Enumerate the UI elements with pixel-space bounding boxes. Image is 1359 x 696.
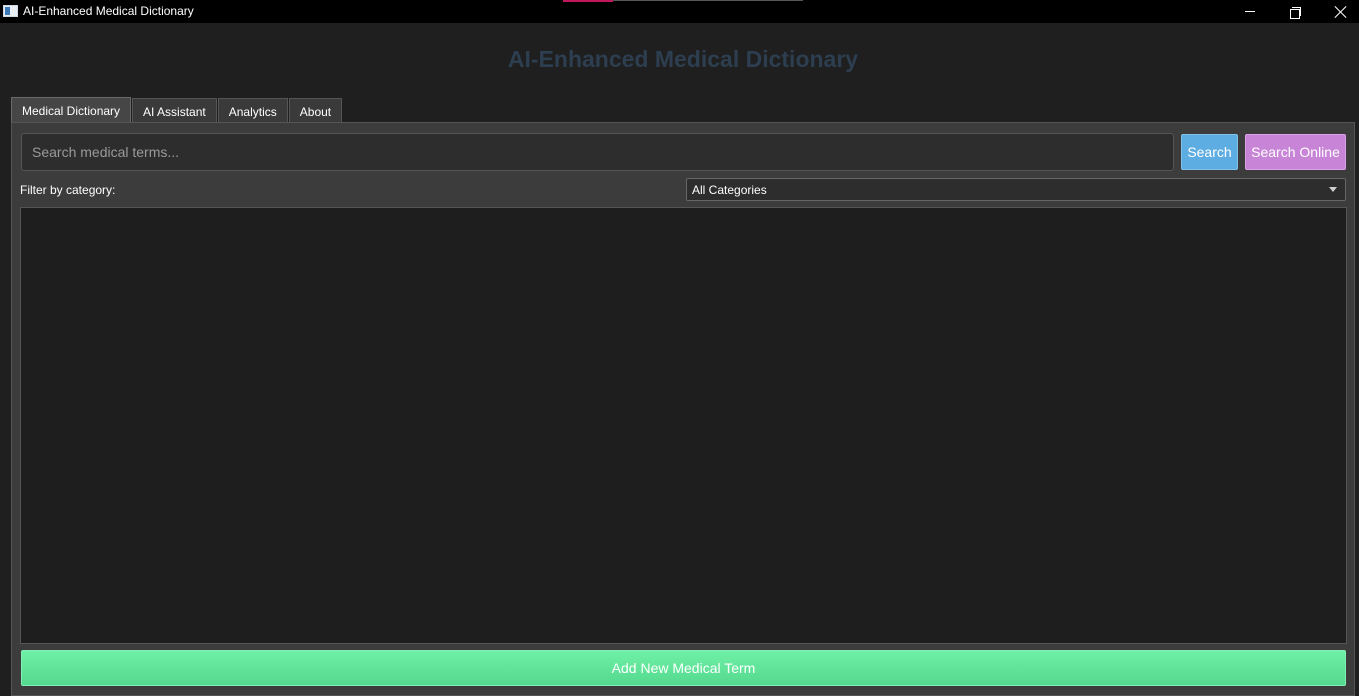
title-bar: AI-Enhanced Medical Dictionary xyxy=(0,0,1359,23)
minimize-button[interactable] xyxy=(1227,0,1273,23)
window-title: AI-Enhanced Medical Dictionary xyxy=(23,4,194,18)
title-accent-bar xyxy=(563,0,613,2)
filter-label: Filter by category: xyxy=(20,183,116,197)
tab-ai-assistant[interactable]: AI Assistant xyxy=(132,98,217,124)
restore-icon xyxy=(1290,6,1301,19)
results-list[interactable] xyxy=(20,207,1347,644)
chevron-down-icon xyxy=(1329,187,1337,192)
tab-analytics[interactable]: Analytics xyxy=(217,98,288,124)
close-button[interactable] xyxy=(1318,0,1359,23)
search-online-button[interactable]: Search Online xyxy=(1245,134,1346,170)
title-accent-line xyxy=(613,0,803,1)
close-icon xyxy=(1335,6,1347,18)
minimize-icon xyxy=(1245,11,1255,12)
category-select[interactable]: All Categories xyxy=(686,178,1346,201)
page-title: AI-Enhanced Medical Dictionary xyxy=(507,46,859,72)
dictionary-panel: Search Search Online Filter by category:… xyxy=(11,122,1355,696)
tab-medical-dictionary[interactable]: Medical Dictionary xyxy=(11,97,132,123)
tab-bar: Medical Dictionary AI Assistant Analytic… xyxy=(11,97,343,124)
app-icon xyxy=(3,5,18,17)
tab-about[interactable]: About xyxy=(288,98,343,124)
add-term-button[interactable]: Add New Medical Term xyxy=(21,650,1346,686)
search-input[interactable] xyxy=(21,133,1174,171)
restore-button[interactable] xyxy=(1272,0,1318,23)
category-select-value: All Categories xyxy=(692,182,767,197)
search-button[interactable]: Search xyxy=(1181,134,1238,170)
